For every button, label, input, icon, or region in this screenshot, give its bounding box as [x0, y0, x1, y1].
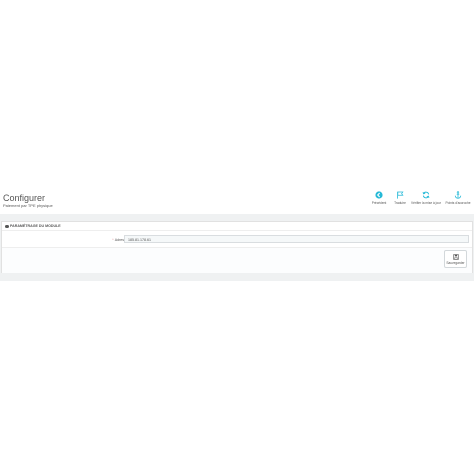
allowed-ip-input[interactable]: 185.81.178.61 [124, 235, 469, 243]
save-icon [452, 253, 459, 260]
save-button-label: Sauvegarder [446, 260, 465, 265]
toolbar-check-update-button[interactable]: Vérifier la mise à jour [411, 191, 441, 211]
toolbar-hooks-button[interactable]: Points d'accroche [444, 191, 472, 211]
toolbar-translate-label: Traduire [394, 201, 406, 205]
panel-heading: PARAMÉTRAGE DU MODULE [2, 222, 472, 231]
anchor-icon [454, 191, 462, 199]
required-marker: * [112, 238, 114, 242]
page-title: Configurer [3, 193, 46, 203]
refresh-icon [422, 191, 430, 199]
toolbar-translate-button[interactable]: Traduire [386, 191, 414, 211]
panel-footer: Sauvegarder [2, 247, 472, 273]
toolbar: Précédent Traduire Vérifier la mise à jo… [364, 191, 474, 211]
module-settings-panel: PARAMÉTRAGE DU MODULE *Adresse IP autori… [1, 221, 473, 273]
toolbar-hooks-label: Points d'accroche [445, 201, 471, 205]
panel-heading-text: PARAMÉTRAGE DU MODULE [10, 224, 61, 228]
gear-icon [5, 224, 9, 228]
save-button[interactable]: Sauvegarder [444, 250, 467, 268]
page-subtitle: Paiement par TPE physique [3, 203, 53, 208]
circle-arrow-left-icon [375, 191, 383, 199]
flag-icon [397, 191, 404, 199]
toolbar-back-label: Précédent [371, 201, 387, 205]
toolbar-check-update-label: Vérifier la mise à jour [411, 201, 441, 205]
